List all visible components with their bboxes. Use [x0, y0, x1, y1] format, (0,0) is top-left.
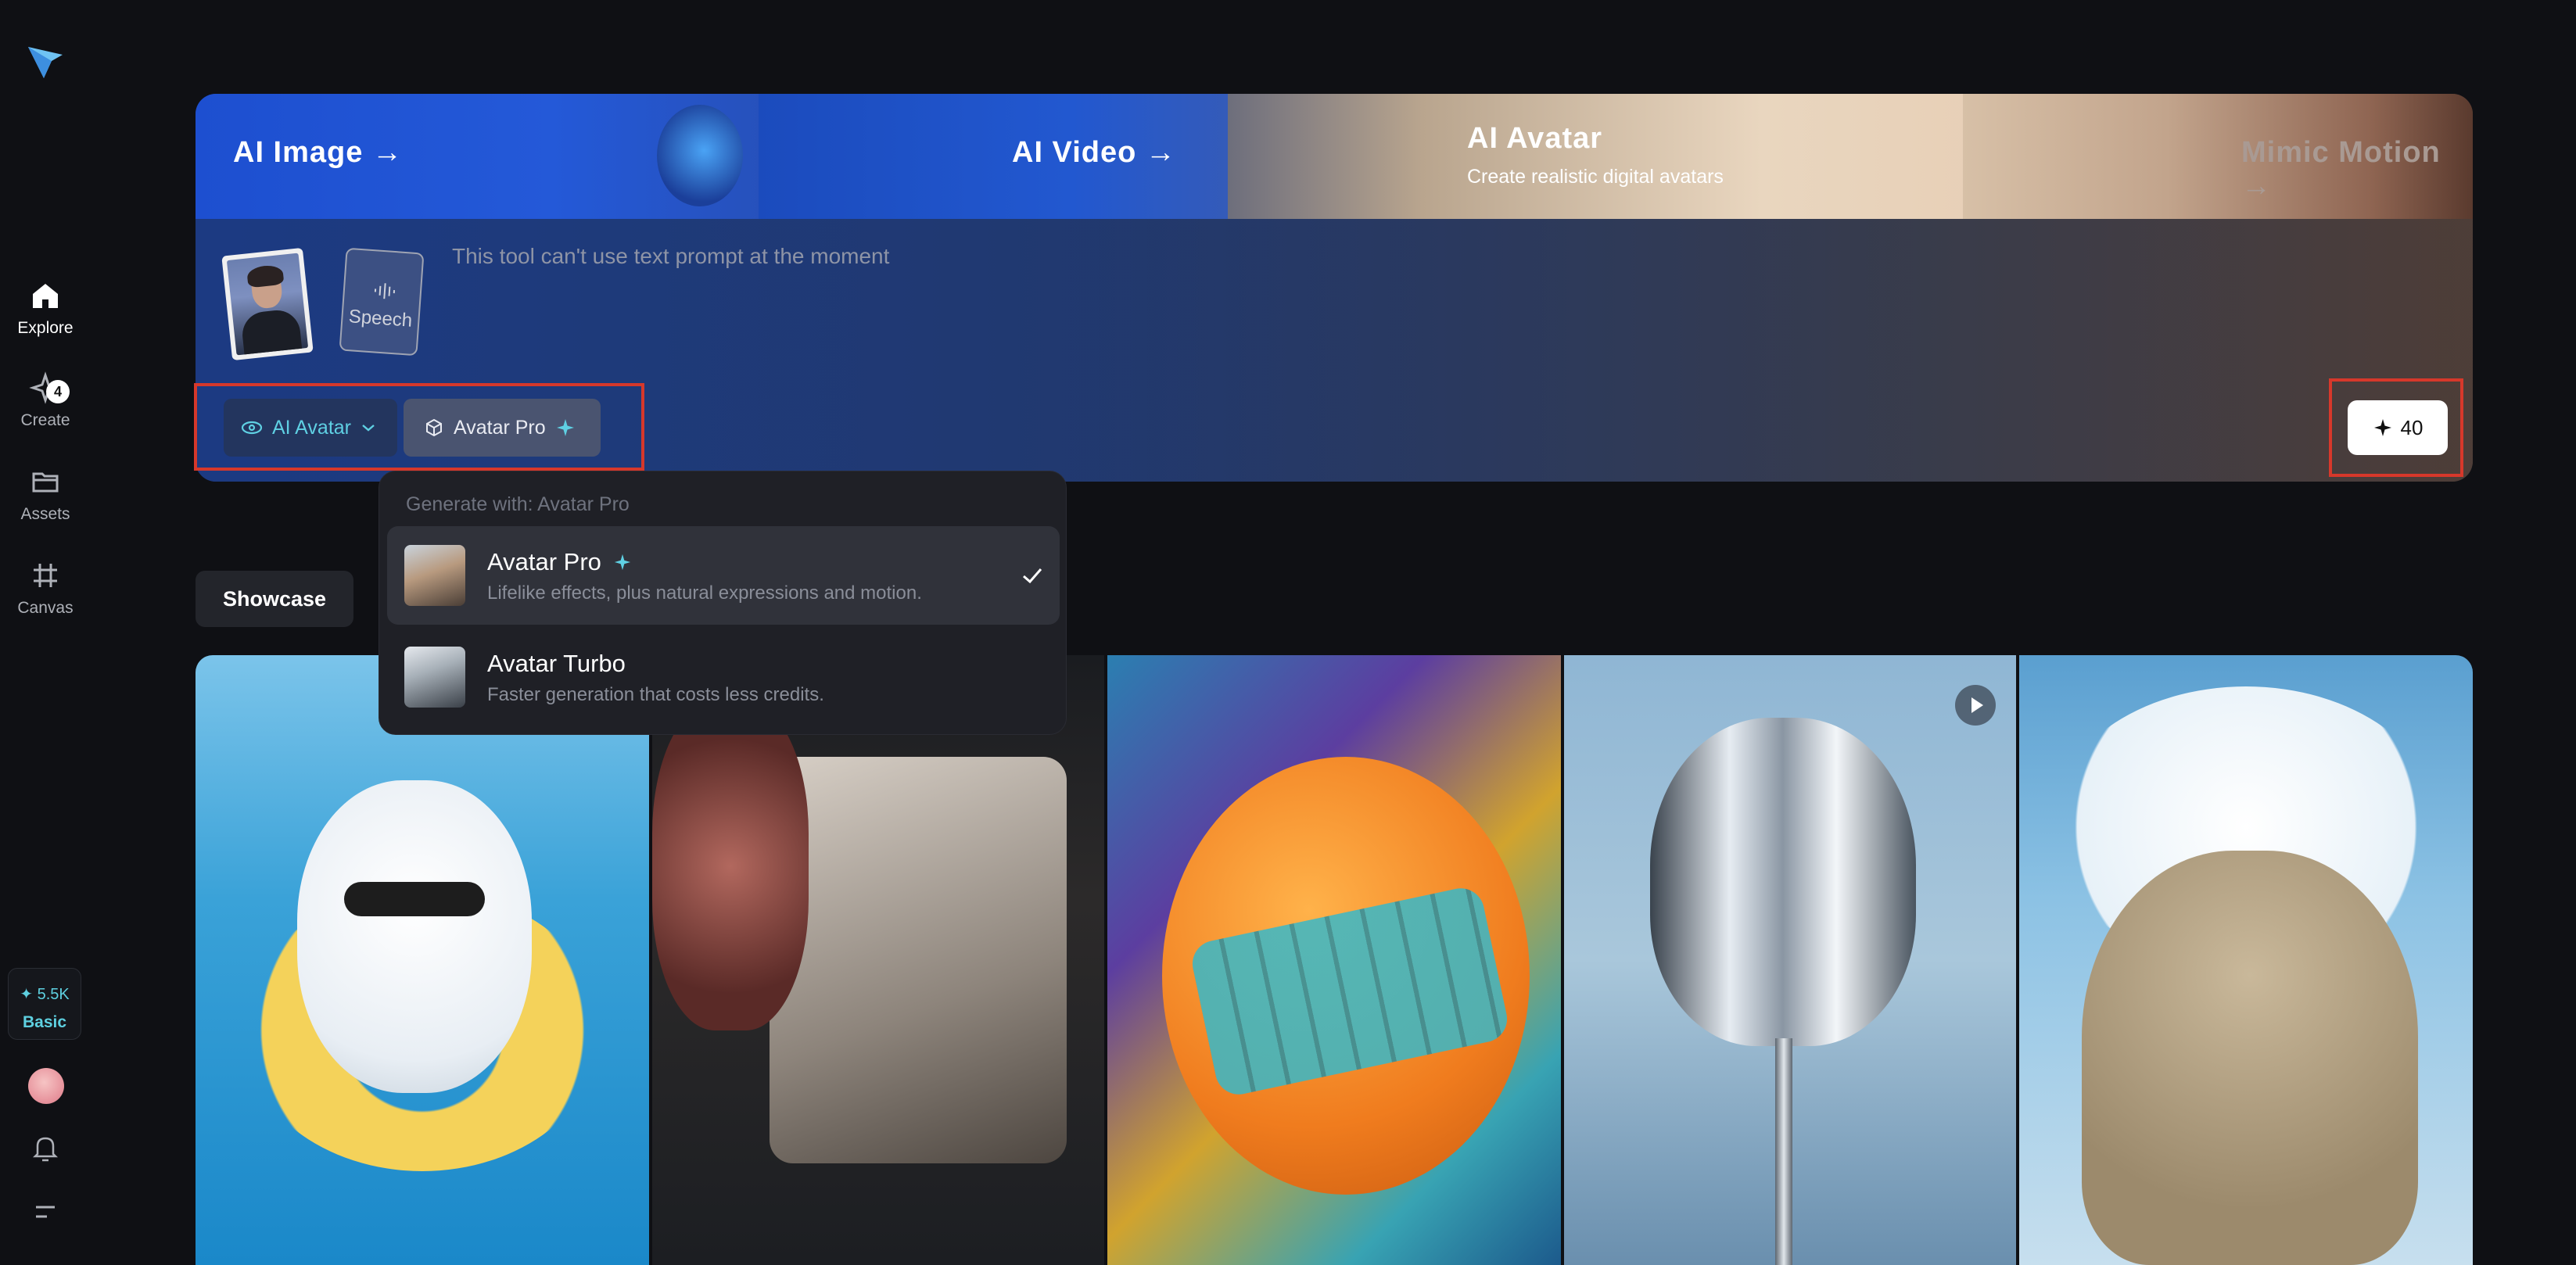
tool-tabs: AI Image → AI Video → AI Avatar Create r…: [196, 94, 2473, 219]
folder-icon: [32, 472, 59, 493]
menu-icon[interactable]: [28, 1195, 63, 1229]
dropdown-option-avatar-pro[interactable]: Avatar Pro Lifelike effects, plus natura…: [387, 526, 1060, 625]
create-count-badge: 4: [46, 380, 70, 403]
sidebar-item-create[interactable]: 4 Create: [0, 371, 91, 430]
option-description: Faster generation that costs less credit…: [487, 684, 824, 705]
sidebar-item-label: Assets: [20, 505, 70, 523]
sidebar-item-canvas[interactable]: Canvas: [0, 558, 91, 618]
sidebar-item-label: Create: [20, 411, 70, 429]
model-label: Avatar Pro: [454, 416, 546, 439]
showcase-tab[interactable]: Showcase: [196, 571, 353, 627]
white-cat-image: [297, 780, 532, 1093]
chevron-down-icon: [362, 425, 375, 432]
tab-label: AI Avatar: [1467, 122, 1603, 155]
giant-cat-image: [2082, 851, 2418, 1265]
eye-avatar-icon: [241, 421, 263, 435]
sidebar-item-label: Explore: [17, 319, 74, 337]
gallery-card-machine[interactable]: [652, 655, 1104, 1265]
app-logo-icon[interactable]: [23, 41, 67, 84]
play-icon: [1971, 697, 1983, 713]
sidebar-item-explore[interactable]: Explore: [0, 278, 91, 338]
sidebar: Explore 4 Create Assets Canvas ✦ 5.5K Ba…: [0, 0, 91, 1265]
sparkle-icon: [2373, 419, 2391, 436]
gallery-card-summer-vibes[interactable]: [1107, 655, 1561, 1265]
gallery-card-cat-clouds[interactable]: [2019, 655, 2473, 1265]
stem-image: [1775, 1038, 1792, 1265]
machine-image: [770, 757, 1067, 1163]
speech-upload[interactable]: Speech: [339, 247, 425, 357]
option-description: Lifelike effects, plus natural expressio…: [487, 582, 922, 604]
home-icon: [33, 284, 58, 308]
tab-mimic-motion[interactable]: Mimic Motion →: [1963, 94, 2473, 219]
user-avatar[interactable]: [28, 1068, 64, 1104]
canvas-grid-icon: [34, 564, 57, 587]
checkmark-icon: [1023, 568, 1042, 584]
mode-select-button[interactable]: AI Avatar: [224, 399, 397, 457]
gallery-card-chrome-tulip[interactable]: [1564, 655, 2016, 1265]
tab-subtitle: Create realistic digital avatars: [1467, 166, 1724, 188]
tab-label: AI Image →: [233, 136, 403, 169]
dropdown-heading: Generate with: Avatar Pro: [406, 493, 630, 515]
blue-hair-figure-image: [657, 105, 743, 206]
generate-button[interactable]: 40: [2348, 400, 2448, 455]
showcase-gallery: [196, 655, 2473, 1265]
prompt-placeholder: This tool can't use text prompt at the m…: [452, 244, 890, 268]
play-video-button[interactable]: [1955, 685, 1996, 726]
audio-wave-icon: [374, 283, 396, 299]
model-select-button[interactable]: Avatar Pro: [404, 399, 601, 457]
model-dropdown: Generate with: Avatar Pro Avatar Pro Lif…: [379, 471, 1067, 735]
avatar-pro-thumbnail: [404, 545, 465, 606]
avatar-turbo-thumbnail: [404, 647, 465, 708]
gallery-card-cat-pool[interactable]: [196, 655, 649, 1265]
avatar-photo-upload[interactable]: [221, 247, 314, 361]
sidebar-item-label: Canvas: [17, 599, 74, 617]
creature-image: [652, 702, 809, 1030]
bell-icon[interactable]: [28, 1131, 63, 1165]
tab-ai-image[interactable]: AI Image →: [196, 94, 790, 219]
plan-label: Basic: [22, 1013, 67, 1031]
sunglasses-image: [344, 882, 485, 916]
dropdown-option-avatar-turbo[interactable]: Avatar Turbo Faster generation that cost…: [387, 628, 1060, 726]
sparkle-icon: [614, 554, 630, 571]
mode-label: AI Avatar: [272, 416, 351, 439]
generate-cost: 40: [2400, 415, 2424, 439]
chrome-tulip-image: [1650, 718, 1916, 1046]
tab-label: AI Video →: [1012, 136, 1176, 169]
tab-label: Mimic Motion →: [2241, 136, 2441, 202]
option-title: Avatar Pro: [487, 548, 632, 576]
speech-label: Speech: [347, 306, 414, 331]
credits-value: ✦ 5.5K: [20, 986, 70, 1003]
option-title: Avatar Turbo: [487, 650, 626, 677]
credits-plan-badge[interactable]: ✦ 5.5K Basic: [8, 968, 81, 1040]
cube-icon: [426, 418, 442, 437]
sparkle-icon: [556, 419, 574, 436]
sidebar-item-assets[interactable]: Assets: [0, 464, 91, 524]
